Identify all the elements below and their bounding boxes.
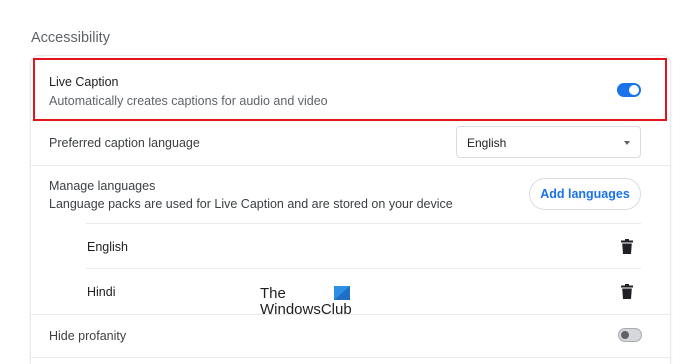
hide-profanity-label: Hide profanity: [49, 329, 127, 343]
divider: [86, 268, 641, 269]
watermark-line2: WindowsClub: [260, 301, 352, 318]
divider: [86, 223, 641, 224]
caption-language-value: English: [467, 136, 507, 150]
delete-hindi-trash-icon[interactable]: [621, 284, 633, 299]
live-caption-title: Live Caption: [49, 75, 119, 89]
toggle-knob: [629, 85, 639, 95]
live-caption-toggle[interactable]: [617, 83, 641, 97]
add-languages-button[interactable]: Add languages: [529, 178, 641, 210]
language-item-english: English: [87, 240, 128, 254]
manage-languages-title: Manage languages: [49, 179, 156, 193]
toggle-knob: [621, 331, 629, 339]
language-item-hindi: Hindi: [87, 285, 116, 299]
section-title: Accessibility: [31, 30, 110, 46]
caption-language-select[interactable]: English: [456, 126, 641, 158]
windowsclub-logo-icon: [334, 286, 350, 300]
hide-profanity-toggle[interactable]: [618, 328, 642, 342]
live-caption-subtitle: Automatically creates captions for audio…: [49, 94, 328, 108]
divider: [31, 165, 670, 166]
divider: [31, 357, 670, 358]
highlight-box: [33, 58, 667, 121]
caption-language-label: Preferred caption language: [49, 136, 200, 150]
manage-languages-subtitle: Language packs are used for Live Caption…: [49, 197, 453, 211]
chevron-down-icon: [624, 141, 630, 145]
delete-english-trash-icon[interactable]: [621, 239, 633, 254]
